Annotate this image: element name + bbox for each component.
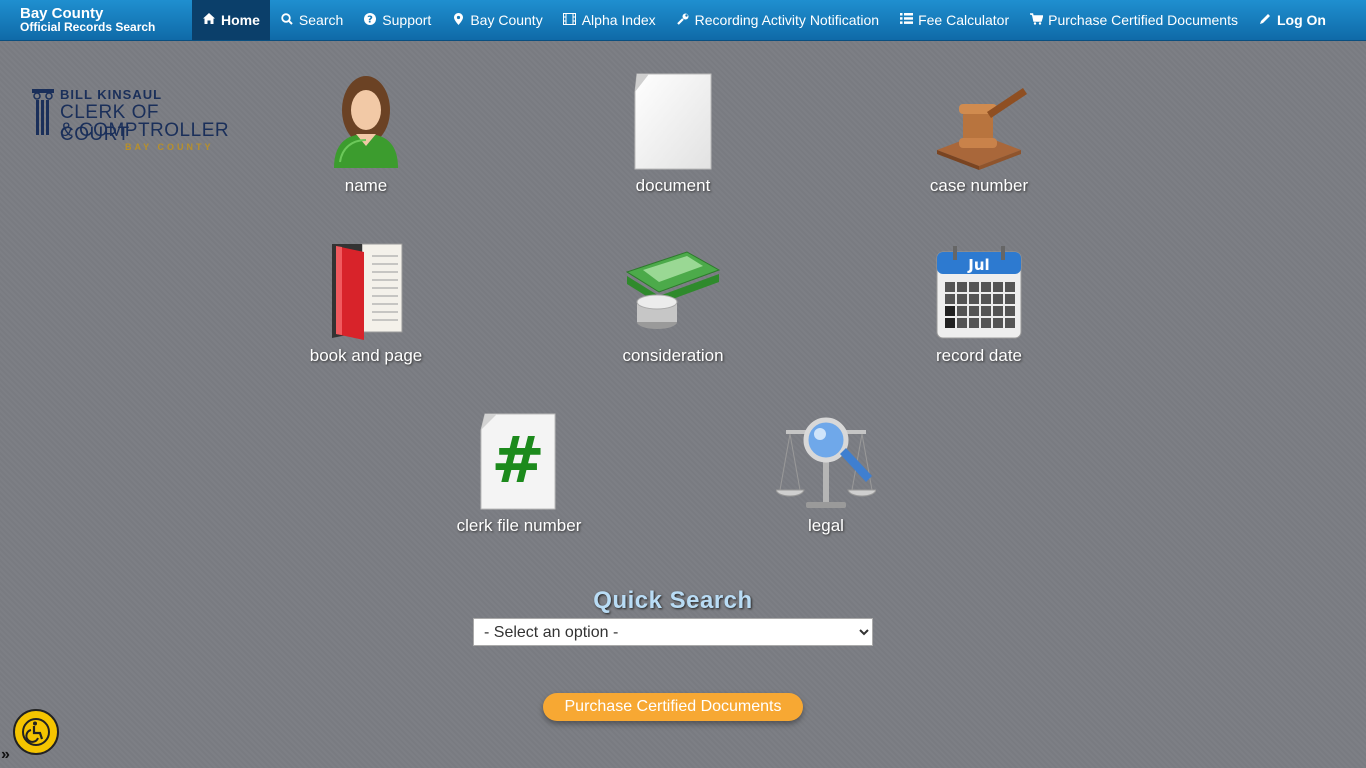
search-tile-legal[interactable]: legal (741, 412, 911, 536)
search-tile-record-date[interactable]: Jul record date (894, 242, 1064, 366)
calendar-cell (969, 306, 979, 316)
calendar-cell (981, 282, 991, 292)
nav-item-label: Support (382, 12, 432, 28)
nav-item-label: Alpha Index (581, 12, 656, 28)
nav-item-bay-county[interactable]: Bay County (441, 0, 552, 40)
question-circle-icon: ? (363, 12, 377, 28)
clerk-logo: BILL KINSAUL CLERK OF COURT & COMPTROLLE… (30, 87, 230, 157)
nav-item-label: Fee Calculator (918, 12, 1010, 28)
home-icon (202, 13, 216, 27)
nav-item-label: Bay County (470, 12, 543, 28)
calendar-cell (981, 318, 991, 328)
calendar-cell (1005, 318, 1015, 328)
search-tile-name[interactable]: name (281, 72, 451, 196)
quick-search-title: Quick Search (593, 587, 753, 614)
nav-item-recording-activity[interactable]: Recording Activity Notification (666, 0, 889, 40)
tile-label: legal (808, 516, 844, 535)
tile-label: document (635, 176, 711, 195)
tile-label: clerk file number (456, 516, 582, 535)
nav-item-search[interactable]: Search (270, 0, 353, 40)
tile-label: record date (936, 346, 1022, 365)
calendar-cell (957, 306, 967, 316)
purchase-certified-documents-button[interactable]: Purchase Certified Documents (543, 693, 803, 721)
search-tile-clerk-file-number[interactable]: # clerk file number (434, 412, 604, 536)
calendar-cell (957, 282, 967, 292)
brand-title: Bay County (20, 4, 104, 22)
quick-search-select[interactable]: - Select an option - (473, 618, 873, 646)
calendar-cell (981, 294, 991, 304)
calendar-cell (945, 294, 955, 304)
tile-label: name (344, 176, 388, 195)
calendar-cell (945, 318, 955, 328)
wheelchair-icon (22, 718, 50, 746)
nav-item-fee-calculator[interactable]: Fee Calculator (889, 0, 1019, 40)
login-label: Log On (1277, 12, 1326, 28)
search-tile-consideration[interactable]: consideration (588, 242, 758, 366)
tile-label: consideration (622, 346, 724, 365)
brand[interactable]: Bay County Official Records Search (0, 0, 192, 40)
calendar-cell (1005, 282, 1015, 292)
calendar-cell (969, 318, 979, 328)
search-tile-book-and-page[interactable]: book and page (281, 242, 451, 366)
nav-item-label: Search (298, 12, 344, 28)
nav-item-support[interactable]: ? Support (353, 0, 441, 40)
calendar-cell (945, 306, 955, 316)
nav-item-label: Purchase Certified Documents (1048, 12, 1238, 28)
calendar-month: Jul (967, 256, 989, 274)
wrench-icon (676, 13, 690, 28)
nav-item-label: Recording Activity Notification (694, 12, 880, 28)
calendar-cell (1005, 294, 1015, 304)
svg-text:#: # (491, 424, 545, 498)
search-tile-case-number[interactable]: case number (894, 72, 1064, 196)
accessibility-button[interactable] (13, 709, 59, 755)
person-icon (316, 72, 416, 172)
search-tile-document[interactable]: document (588, 72, 758, 196)
svg-text:?: ? (367, 14, 373, 25)
sidebar-toggle[interactable]: » (1, 746, 10, 764)
calendar-cell (957, 318, 967, 328)
calendar-cell (993, 282, 1003, 292)
nav-right: Log On (1248, 0, 1366, 40)
logo-line-3: & COMPTROLLER (60, 120, 230, 141)
calendar-cell (981, 306, 991, 316)
calendar-cell (969, 294, 979, 304)
nav-menu: Home Search ? Support Bay County Alpha I… (192, 0, 1248, 40)
nav-item-label: Home (221, 12, 260, 28)
calendar-cell (993, 306, 1003, 316)
pencil-icon (1258, 13, 1272, 28)
nav-item-home[interactable]: Home (192, 0, 270, 40)
top-navbar: Bay County Official Records Search Home … (0, 0, 1366, 41)
money-icon (623, 242, 723, 342)
shopping-cart-icon (1029, 12, 1044, 28)
map-marker-icon (451, 12, 465, 28)
calendar-cell (993, 294, 1003, 304)
scales-magnifier-icon (775, 412, 877, 512)
calendar-icon: Jul (929, 242, 1029, 342)
search-icon (280, 12, 294, 28)
film-icon (563, 12, 577, 28)
document-icon (623, 72, 723, 172)
logo-line-1: BILL KINSAUL (60, 87, 163, 102)
logo-line-4: BAY COUNTY (125, 142, 214, 152)
tile-label: case number (929, 176, 1029, 195)
nav-item-alpha-index[interactable]: Alpha Index (553, 0, 666, 40)
list-icon (899, 13, 913, 27)
calendar-cell (957, 294, 967, 304)
gavel-icon (929, 72, 1029, 172)
calendar-cell (969, 282, 979, 292)
hash-icon: # (469, 412, 569, 512)
book-icon (316, 242, 416, 342)
calendar-cell (945, 282, 955, 292)
brand-subtitle: Official Records Search (20, 19, 156, 34)
nav-item-purchase-certified[interactable]: Purchase Certified Documents (1019, 0, 1248, 40)
tile-label: book and page (309, 346, 423, 365)
login-link[interactable]: Log On (1248, 0, 1336, 40)
calendar-cell (1005, 306, 1015, 316)
calendar-cell (993, 318, 1003, 328)
pillar-icon (32, 89, 54, 135)
